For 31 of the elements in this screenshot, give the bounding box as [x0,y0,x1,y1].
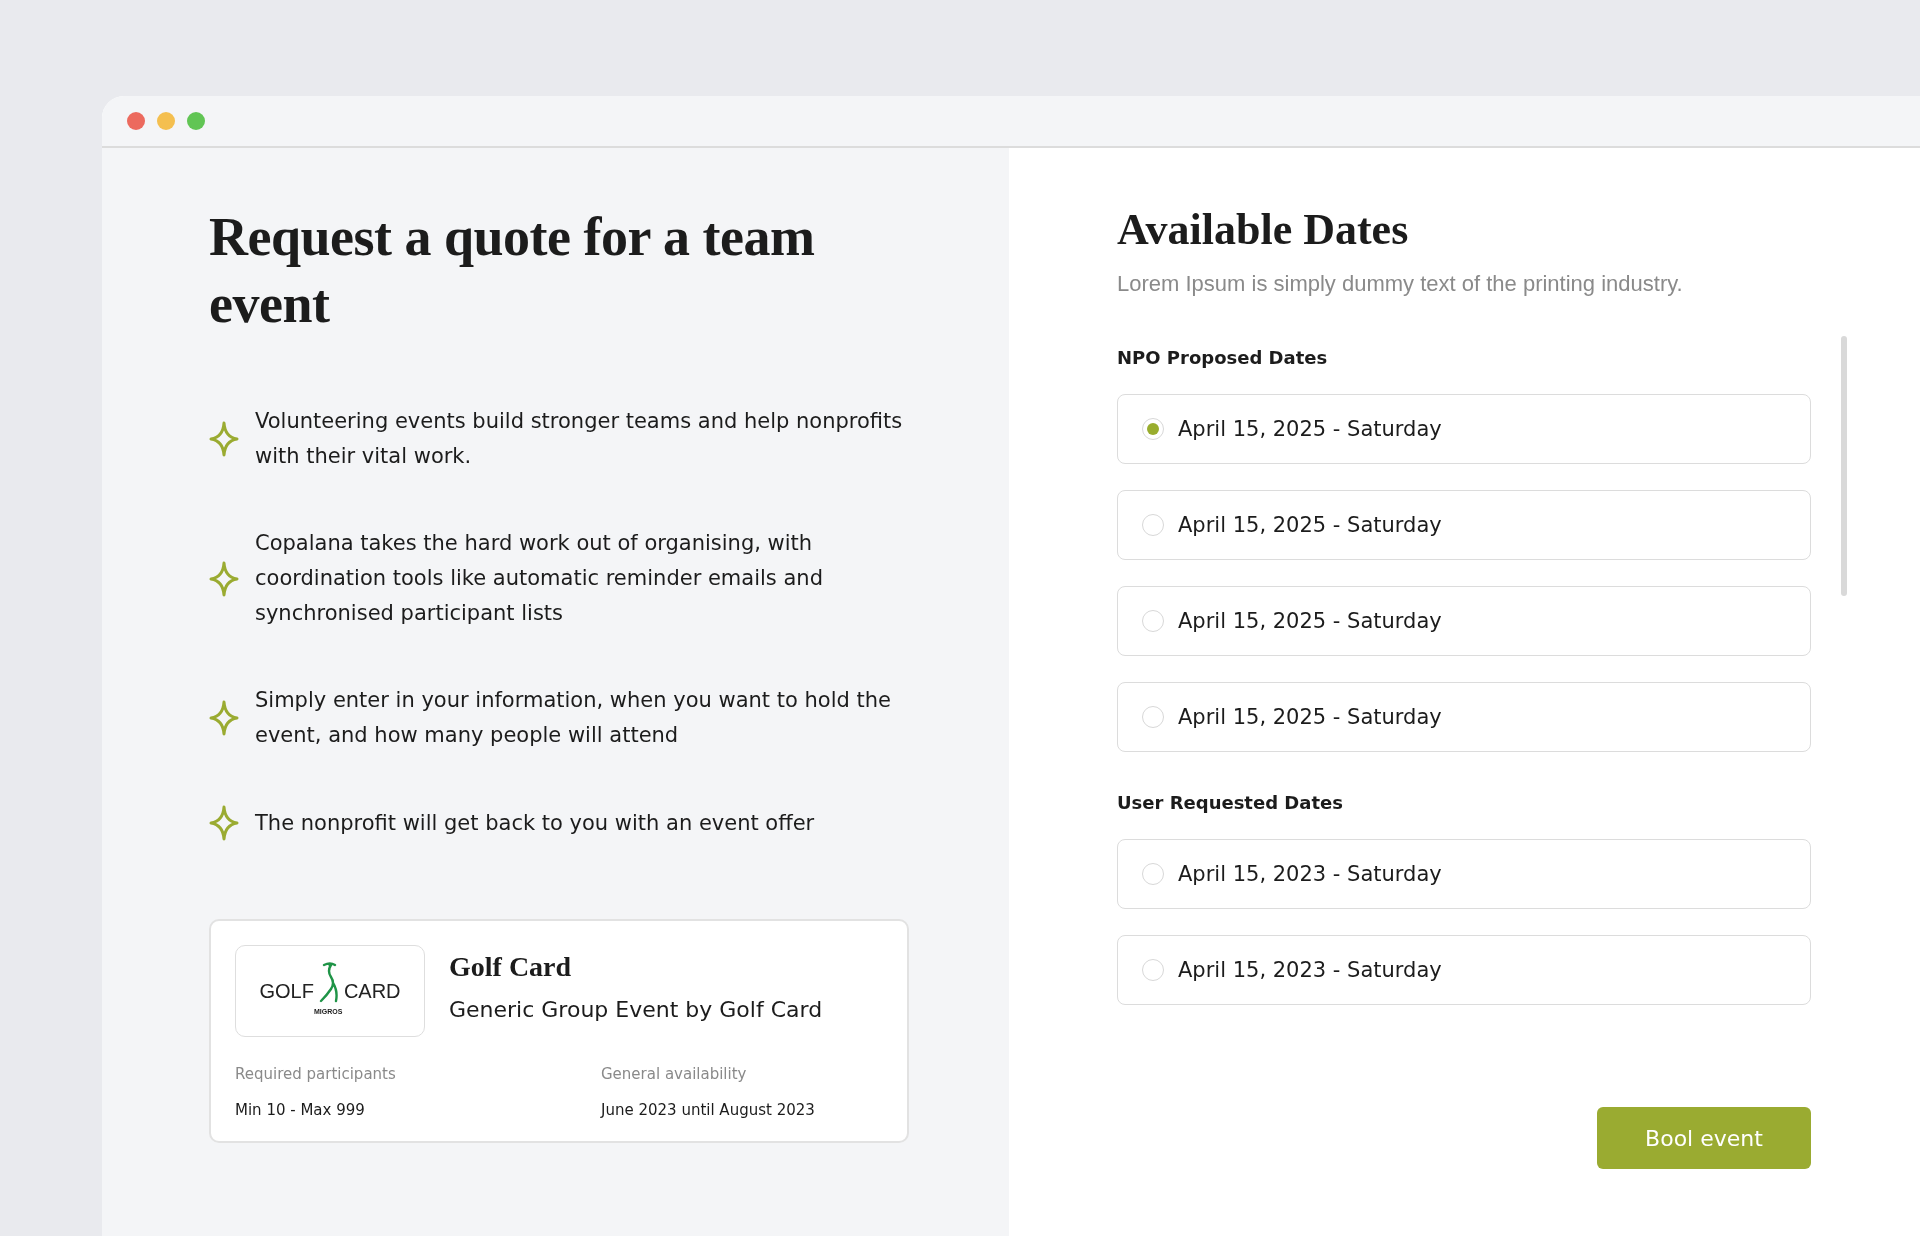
sparkle-icon [209,560,239,597]
window-control-button[interactable] [157,112,175,130]
feature-text: Volunteering events build stronger teams and help nonprofits with their vital work. [255,408,904,470]
date-option[interactable]: April 15, 2025 - Saturday [1117,682,1811,752]
offer-name: Golf Card [449,951,573,983]
group-heading: User Requested Dates [1117,792,1344,813]
date-option[interactable]: April 15, 2025 - Saturday [1117,586,1811,656]
page-title: Request a quote for a team event [209,206,816,336]
feature-text: The nonprofit will get back to you with an event offer [255,809,816,837]
detail-value: June 2023 until August 2023 [601,1101,816,1119]
detail-label: Required participants [235,1065,397,1083]
window-control-button[interactable] [127,112,145,130]
group-heading: NPO Proposed Dates [1117,347,1329,368]
date-option[interactable]: April 15, 2025 - Saturday [1117,394,1811,464]
feature-text: Simply enter in your information, when you want to hold the event, and how many people will attend [255,687,892,749]
section-title: Available Dates [1117,204,1410,255]
window-control-button[interactable] [187,112,205,130]
scrollbar[interactable] [1841,336,1847,596]
detail-label: General availability [601,1065,748,1083]
section-subtitle: Lorem Ipsum is simply dummy text of the printing industry. [1117,271,1684,297]
sparkle-icon [209,421,239,457]
date-option[interactable]: April 15, 2025 - Saturday [1117,490,1811,560]
offer-description: Generic Group Event by Golf Card [449,997,823,1022]
detail-value: Min 10 - Max 999 [235,1101,366,1119]
date-option[interactable]: April 15, 2023 - Saturday [1117,935,1811,1005]
date-option[interactable]: April 15, 2023 - Saturday [1117,839,1811,909]
sparkle-icon [209,805,239,841]
feature-text: Copalana takes the hard work out of organising, with coordination tools like automatic reminder emails and synchronised participant lists [255,530,824,627]
sparkle-icon [209,700,239,736]
logo-text: GOLF [259,979,314,1003]
logo-text: CARD [343,979,401,1003]
